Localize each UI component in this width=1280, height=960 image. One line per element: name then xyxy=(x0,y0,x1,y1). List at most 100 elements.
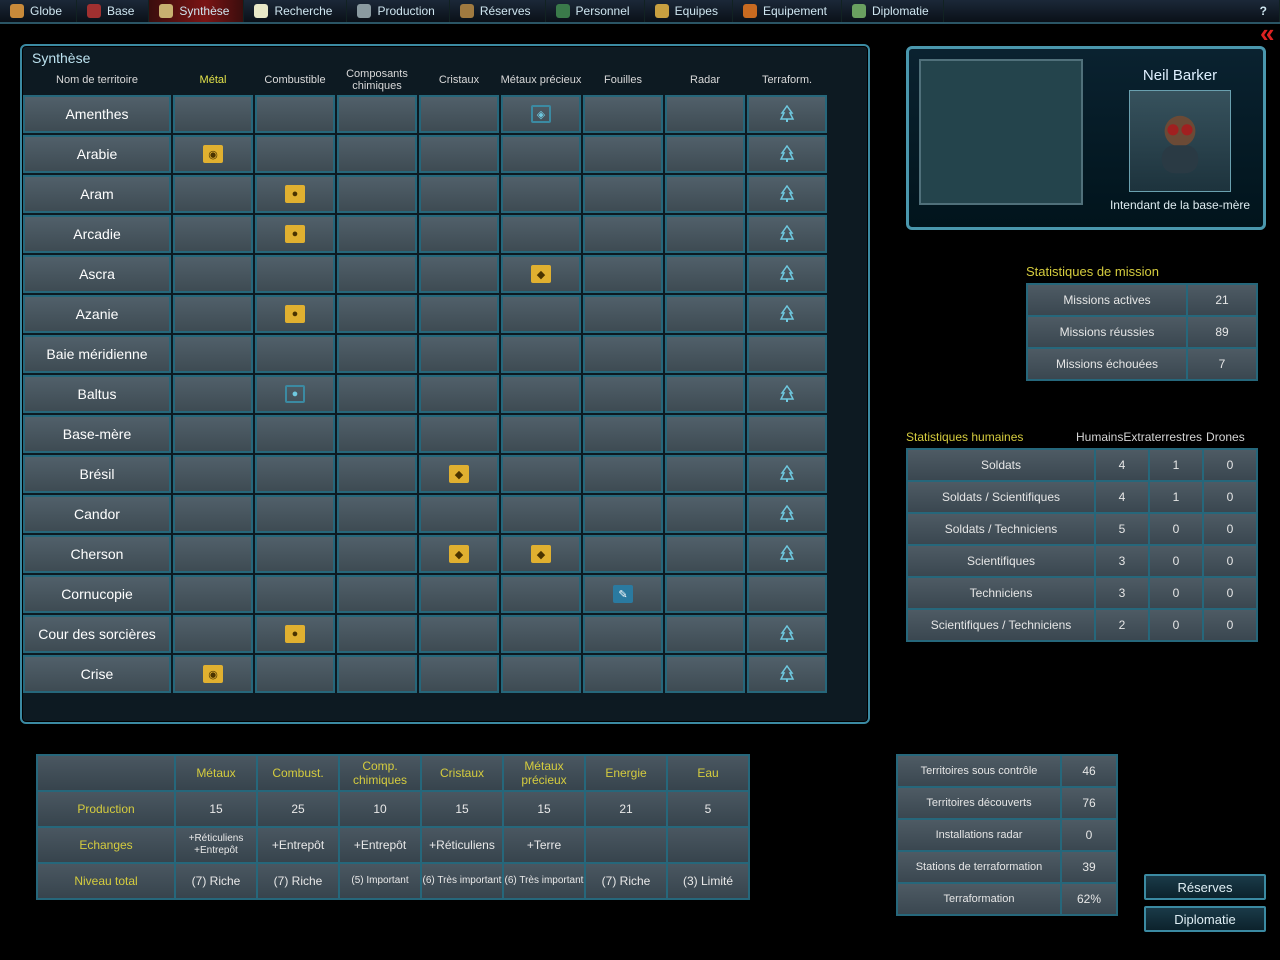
column-header[interactable]: Nom de territoire xyxy=(22,74,172,86)
territory-cell xyxy=(255,335,335,373)
stat-label: Territoires sous contrôle xyxy=(897,755,1061,787)
territory-cell xyxy=(747,135,827,173)
stat-value: 1 xyxy=(1149,481,1203,513)
stat-label: Stations de terraformation xyxy=(897,851,1061,883)
tab-synthèse[interactable]: Synthèse xyxy=(149,0,244,22)
territory-cell xyxy=(173,255,253,293)
territory-cell xyxy=(747,255,827,293)
production-table: MétauxCombust.Comp. chimiquesCristauxMét… xyxy=(36,754,750,900)
territory-cell xyxy=(337,615,417,653)
territory-row[interactable]: Arabie◉ xyxy=(22,134,868,174)
tab-equipement[interactable]: Equipement xyxy=(733,0,842,22)
stat-value: 0 xyxy=(1203,545,1257,577)
territory-cell xyxy=(665,295,745,333)
stat-value: 0 xyxy=(1149,513,1203,545)
tab-globe[interactable]: Globe xyxy=(0,0,77,22)
territory-cell: ● xyxy=(255,295,335,333)
stat-value: 0 xyxy=(1203,609,1257,641)
prod-cell: 25 xyxy=(257,791,339,827)
territory-name: Azanie xyxy=(23,295,171,333)
tab-réserves[interactable]: Réserves xyxy=(450,0,546,22)
territory-row[interactable]: Azanie ● xyxy=(22,294,868,334)
stat-value: 7 xyxy=(1187,348,1257,380)
territory-row[interactable]: Brésil◆ xyxy=(22,454,868,494)
tab-personnel[interactable]: Personnel xyxy=(546,0,645,22)
column-header[interactable]: Radar xyxy=(664,74,746,86)
scene-portrait xyxy=(919,59,1083,205)
territory-cell xyxy=(747,215,827,253)
territory-name: Baie méridienne xyxy=(23,335,171,373)
mission-stats-table: Missions actives21Missions réussies89Mis… xyxy=(1026,283,1258,381)
stat-value: 39 xyxy=(1061,851,1117,883)
column-header[interactable]: Métaux précieux xyxy=(500,74,582,86)
production-panel: MétauxCombust.Comp. chimiquesCristauxMét… xyxy=(36,754,766,900)
prod-cell: (6) Très important xyxy=(421,863,503,899)
prod-header: Eau xyxy=(667,755,749,791)
tab-recherche[interactable]: Recherche xyxy=(244,0,347,22)
territory-cell xyxy=(337,295,417,333)
mission-stats-block: Statistiques de mission Missions actives… xyxy=(1026,264,1266,381)
prod-cell: (5) Important xyxy=(339,863,421,899)
territory-cell: ● xyxy=(255,215,335,253)
territory-row[interactable]: Baltus● xyxy=(22,374,868,414)
column-header[interactable]: Combustible xyxy=(254,74,336,86)
territory-cell xyxy=(501,655,581,693)
territory-row[interactable]: Ascra◆ xyxy=(22,254,868,294)
territory-row[interactable]: Amenthes◈ xyxy=(22,94,868,134)
column-header[interactable]: Fouilles xyxy=(582,74,664,86)
tab-production[interactable]: Production xyxy=(347,0,449,22)
territory-row[interactable]: Base-mère xyxy=(22,414,868,454)
territory-row[interactable]: Crise◉ xyxy=(22,654,868,694)
territory-cell xyxy=(501,375,581,413)
diplomacy-button[interactable]: Diplomatie xyxy=(1144,906,1266,932)
prod-cell xyxy=(667,827,749,863)
tab-base[interactable]: Base xyxy=(77,0,149,22)
territory-cell xyxy=(747,495,827,533)
territory-cell xyxy=(173,575,253,613)
territory-cell xyxy=(419,255,499,293)
prod-cell: +Réticuliens xyxy=(421,827,503,863)
stat-value: 89 xyxy=(1187,316,1257,348)
stat-label: Soldats / Scientifiques xyxy=(907,481,1095,513)
territory-cell xyxy=(583,175,663,213)
territory-cell: ◉ xyxy=(173,135,253,173)
territory-row[interactable]: Arcadie● xyxy=(22,214,868,254)
prod-cell: (7) Riche xyxy=(175,863,257,899)
territory-stats-block: Territoires sous contrôle46Territoires d… xyxy=(896,754,1126,916)
column-header[interactable]: Cristaux xyxy=(418,74,500,86)
territory-cell xyxy=(173,335,253,373)
close-arrow-icon[interactable]: « xyxy=(1260,18,1280,58)
stat-value: 0 xyxy=(1149,609,1203,641)
tab-diplomatie[interactable]: Diplomatie xyxy=(842,0,944,22)
territory-cell xyxy=(665,215,745,253)
territory-cell xyxy=(583,415,663,453)
stat-value: 0 xyxy=(1061,819,1117,851)
territory-cell xyxy=(173,95,253,133)
territory-cell xyxy=(501,615,581,653)
stat-label: Installations radar xyxy=(897,819,1061,851)
prod-row-label: Echanges xyxy=(37,827,175,863)
column-header[interactable]: Métal xyxy=(172,74,254,86)
territory-cell xyxy=(665,455,745,493)
territory-row[interactable]: Candor xyxy=(22,494,868,534)
prod-cell: (6) Très important xyxy=(503,863,585,899)
prod-cell: 15 xyxy=(421,791,503,827)
territory-cell: ● xyxy=(255,375,335,413)
stat-value: 4 xyxy=(1095,449,1149,481)
territory-row[interactable]: Baie méridienne xyxy=(22,334,868,374)
prod-row-label: Production xyxy=(37,791,175,827)
column-header[interactable]: Terraform. xyxy=(746,74,828,86)
territory-name: Amenthes xyxy=(23,95,171,133)
reserves-button[interactable]: Réserves xyxy=(1144,874,1266,900)
column-header[interactable]: Composants chimiques xyxy=(336,68,418,92)
stat-value: 21 xyxy=(1187,284,1257,316)
territory-row[interactable]: Aram● xyxy=(22,174,868,214)
territory-cell xyxy=(419,215,499,253)
tab-equipes[interactable]: Equipes xyxy=(645,0,733,22)
prod-header: Combust. xyxy=(257,755,339,791)
stat-value: 2 xyxy=(1095,609,1149,641)
territory-row[interactable]: Cornucopie✎ xyxy=(22,574,868,614)
territory-row[interactable]: Cherson◆◆ xyxy=(22,534,868,574)
territory-cell: ● xyxy=(255,175,335,213)
territory-row[interactable]: Cour des sorcières● xyxy=(22,614,868,654)
